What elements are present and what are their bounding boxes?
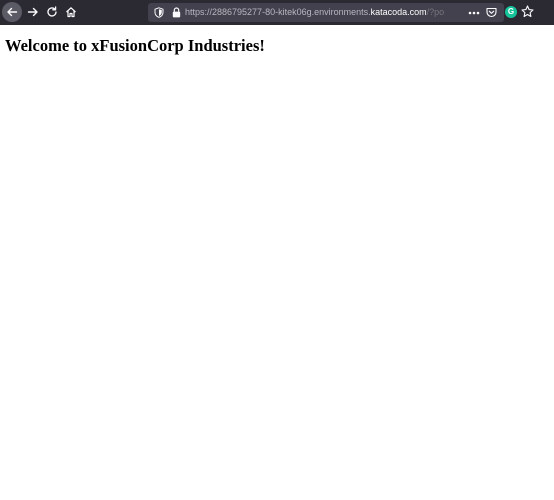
arrow-left-icon [7, 7, 18, 17]
page-content: Welcome to xFusionCorp Industries! [0, 25, 554, 500]
bookmark-star-icon[interactable] [521, 5, 534, 18]
home-button[interactable] [60, 1, 82, 23]
shield-icon[interactable] [152, 6, 165, 19]
pocket-icon[interactable] [485, 3, 498, 22]
grammarly-letter: G [507, 7, 515, 16]
reload-icon [47, 6, 57, 17]
page-heading: Welcome to xFusionCorp Industries! [5, 36, 265, 55]
home-icon [66, 7, 76, 18]
more-icon[interactable] [467, 3, 481, 22]
url-suffix: /?po [426, 7, 445, 17]
back-button[interactable] [2, 2, 22, 22]
grammarly-extension-icon[interactable]: G [505, 6, 517, 18]
browser-toolbar: https://2886795277-80-kitek06g.environme… [0, 0, 554, 25]
url-prefix: https://2886795277-80-kitek06g.environme… [185, 7, 371, 17]
arrow-right-icon [27, 7, 38, 17]
url-text[interactable]: https://2886795277-80-kitek06g.environme… [185, 3, 447, 22]
lock-icon[interactable] [170, 6, 183, 19]
address-bar[interactable]: https://2886795277-80-kitek06g.environme… [148, 3, 504, 22]
url-domain: katacoda.com [370, 7, 427, 17]
